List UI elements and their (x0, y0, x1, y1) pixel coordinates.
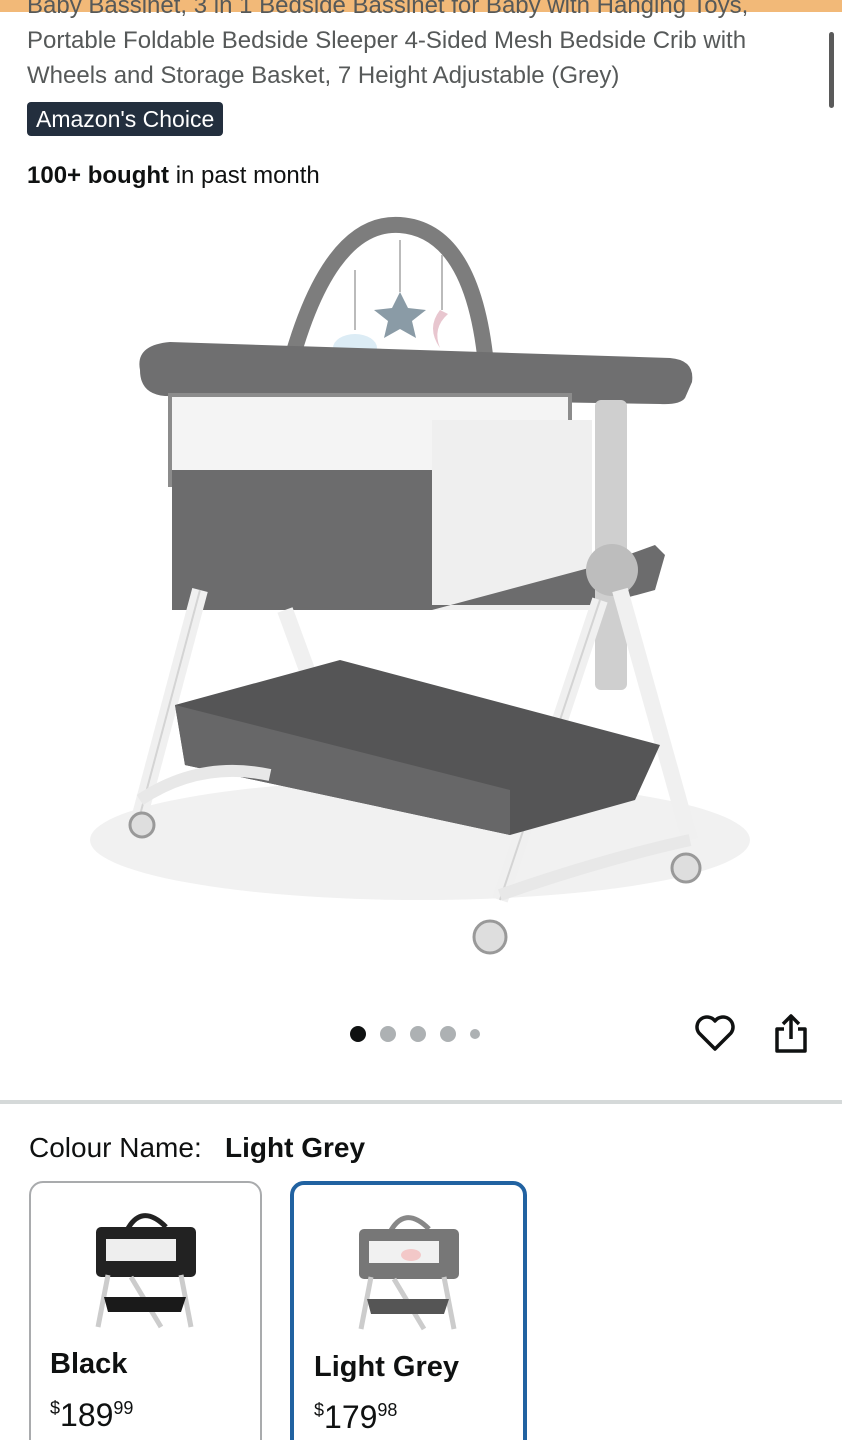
swatch-black[interactable]: Black $18999 (29, 1181, 262, 1440)
price-currency: $ (50, 1398, 61, 1418)
price-cents: 98 (377, 1400, 398, 1420)
carousel-dot-1[interactable] (350, 1026, 366, 1042)
section-divider (0, 1100, 842, 1104)
bassinet-product-image[interactable] (80, 200, 760, 980)
price-whole: 179 (324, 1399, 378, 1435)
carousel-dot-3[interactable] (410, 1026, 426, 1042)
amazons-choice-badge: Amazon's Choice (27, 102, 224, 136)
colour-name-label: Colour Name: (29, 1132, 202, 1163)
bassinet-grey-thumbnail (358, 1215, 459, 1331)
swatch-light-grey[interactable]: Light Grey $17998 (290, 1181, 527, 1440)
share-icon (775, 1014, 807, 1053)
carousel-dot-5[interactable] (470, 1029, 480, 1039)
swatch-black-name: Black (50, 1348, 128, 1380)
price-cents: 99 (113, 1398, 134, 1418)
bought-count-rest: in past month (169, 162, 320, 189)
wishlist-button[interactable] (692, 1010, 738, 1056)
scrollbar-thumb[interactable] (829, 32, 834, 108)
bassinet-black-thumbnail (95, 1213, 196, 1329)
image-carousel-dots[interactable] (350, 1024, 480, 1044)
product-title: Baby Bassinet, 3 in 1 Bedside Bassinet f… (27, 0, 812, 94)
bought-count-bold: 100+ bought (27, 162, 170, 189)
colour-name-value: Light Grey (225, 1132, 366, 1163)
bought-count: 100+ bought in past month (27, 161, 320, 191)
swatch-black-price: $18999 (50, 1390, 133, 1433)
price-currency: $ (314, 1400, 325, 1420)
share-button[interactable] (768, 1010, 814, 1056)
swatch-light-grey-price: $17998 (314, 1392, 397, 1435)
carousel-dot-2[interactable] (380, 1026, 396, 1042)
product-title-text: Baby Bassinet, 3 in 1 Bedside Bassinet f… (27, 0, 749, 89)
price-whole: 189 (60, 1397, 114, 1433)
carousel-dot-4[interactable] (440, 1026, 456, 1042)
heart-icon (695, 1015, 735, 1051)
swatch-light-grey-name: Light Grey (314, 1351, 460, 1383)
